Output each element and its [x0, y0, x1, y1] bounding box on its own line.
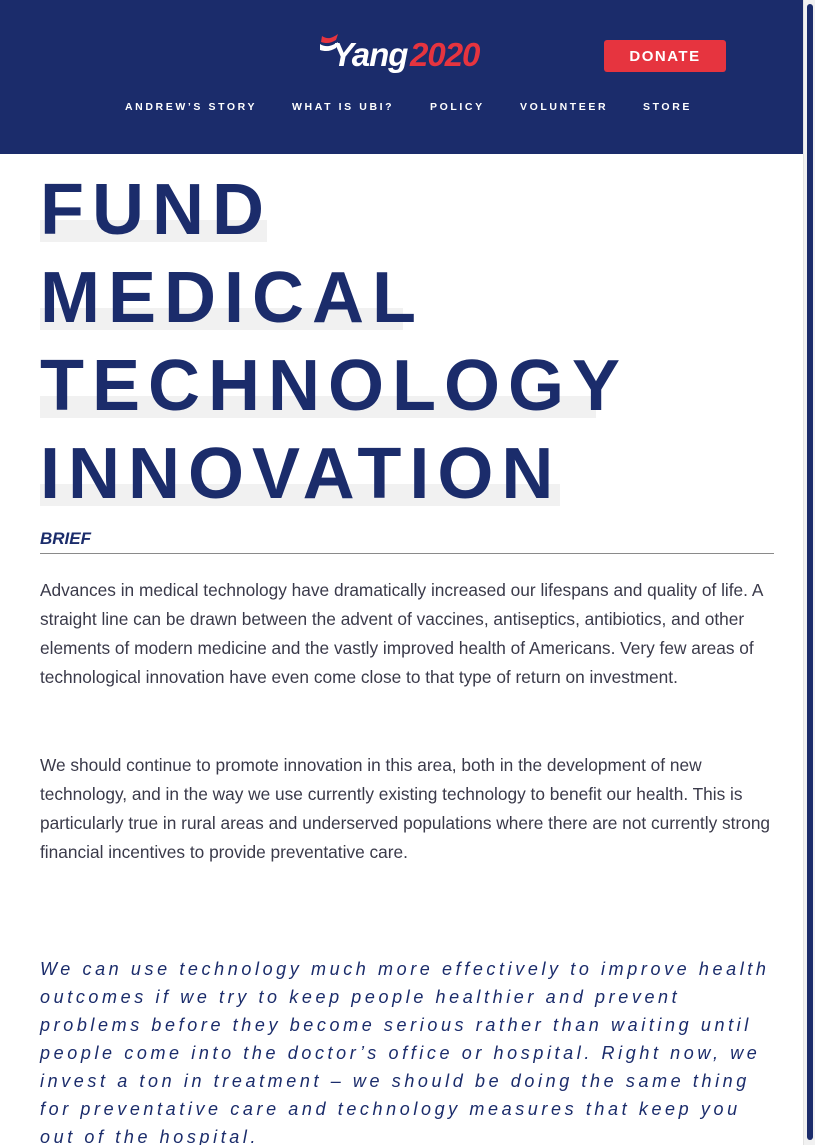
title-line: INNOVATION: [40, 430, 628, 518]
nav-policy[interactable]: POLICY: [430, 101, 485, 113]
title-line: TECHNOLOGY: [40, 342, 628, 430]
brief-paragraph: We should continue to promote innovation…: [40, 755, 771, 862]
title-text: FUND: [40, 170, 272, 250]
scrollbar[interactable]: [803, 0, 815, 1145]
scrollbar-thumb[interactable]: [807, 4, 813, 1140]
site-header: Yang 2020 DONATE ANDREW’S STORY WHAT IS …: [0, 0, 815, 154]
logo-year: 2020: [410, 36, 480, 73]
pull-quote: We can use technology much more effectiv…: [40, 959, 770, 1145]
divider: [40, 553, 774, 554]
yang-2020-logo[interactable]: Yang 2020: [318, 30, 498, 82]
title-line: FUND: [40, 166, 628, 254]
main-nav: ANDREW’S STORY WHAT IS UBI? POLICY VOLUN…: [0, 101, 815, 115]
logo-name: Yang: [332, 36, 408, 73]
brief-paragraph: Advances in medical technology have dram…: [40, 580, 763, 687]
title-text: INNOVATION: [40, 434, 562, 514]
title-text: MEDICAL: [40, 258, 424, 338]
nav-volunteer[interactable]: VOLUNTEER: [520, 101, 608, 113]
title-text: TECHNOLOGY: [40, 346, 629, 426]
nav-store[interactable]: STORE: [643, 101, 692, 113]
donate-button[interactable]: DONATE: [604, 40, 726, 72]
nav-what-is-ubi[interactable]: WHAT IS UBI?: [292, 101, 394, 113]
title-line: MEDICAL: [40, 254, 628, 342]
page-title: FUND MEDICAL TECHNOLOGY INNOVATION: [40, 166, 628, 518]
nav-andrews-story[interactable]: ANDREW’S STORY: [125, 101, 257, 113]
brief-heading: BRIEF: [40, 529, 91, 548]
